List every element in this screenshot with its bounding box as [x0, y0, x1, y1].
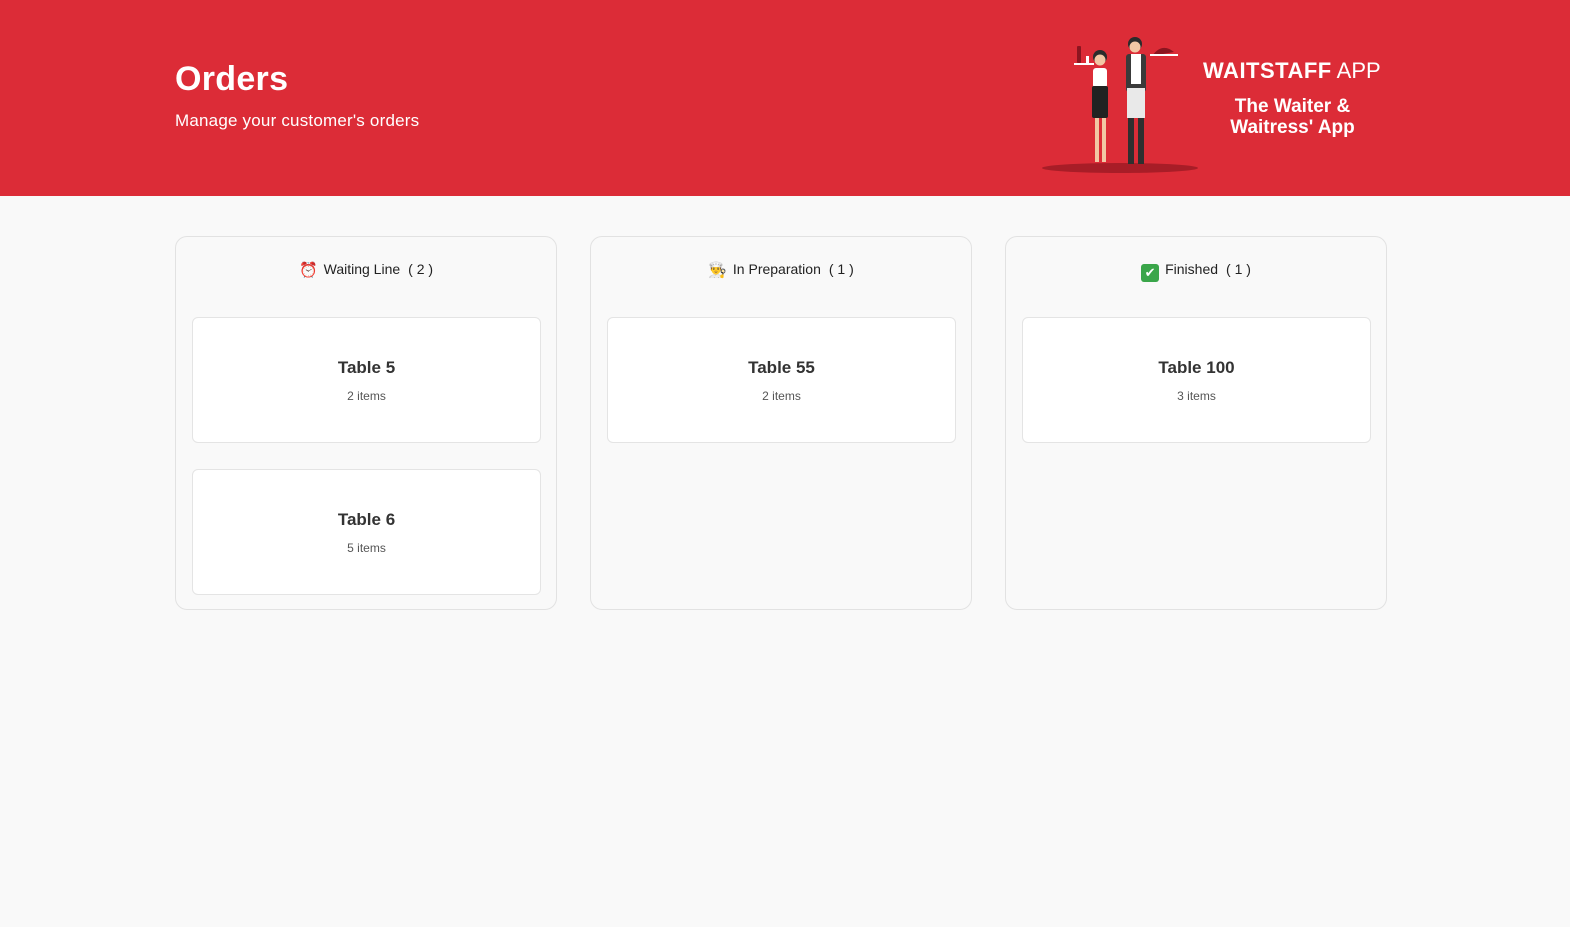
column-count: ( 2 ): [408, 261, 434, 277]
card-item-count: 5 items: [347, 541, 386, 555]
column-count: ( 1 ): [1226, 261, 1251, 277]
column-label: In Preparation: [732, 261, 821, 277]
column-in-preparation: 👨‍🍳 In Preparation ( 1 ) Table 55 2 items: [590, 236, 972, 610]
card-item-count: 2 items: [762, 389, 801, 403]
column-label: Finished: [1165, 261, 1219, 277]
card-table-title: Table 6: [337, 510, 396, 529]
chef-icon: 👨‍🍳: [708, 262, 727, 279]
check-mark-icon: ✔: [1141, 264, 1160, 282]
order-card[interactable]: Table 55 2 items: [607, 317, 956, 443]
brand-name: WAITSTAFF APP: [1203, 58, 1383, 84]
waitstaff-illustration: [1042, 37, 1198, 173]
order-card[interactable]: Table 100 3 items: [1022, 317, 1371, 443]
card-item-count: 2 items: [347, 389, 386, 403]
page-title: Orders: [175, 60, 289, 98]
order-card[interactable]: Table 5 2 items: [192, 317, 541, 443]
column-finished: ✔ Finished ( 1 ) Table 100 3 items: [1005, 236, 1387, 610]
page-header: Orders Manage your customer's orders WAI…: [0, 0, 1570, 196]
page-subtitle: Manage your customer's orders: [175, 111, 420, 130]
brand-name-bold: WAITSTAFF: [1203, 58, 1332, 83]
column-header: ⏰ Waiting Line ( 2 ): [176, 261, 556, 279]
brand-name-light: APP: [1336, 58, 1381, 83]
column-header: ✔ Finished ( 1 ): [1006, 261, 1386, 282]
card-item-count: 3 items: [1177, 389, 1216, 403]
brand-tagline: The Waiter & Waitress' App: [1230, 96, 1355, 138]
column-count: ( 1 ): [828, 261, 854, 277]
column-header: 👨‍🍳 In Preparation ( 1 ): [591, 261, 971, 279]
order-card[interactable]: Table 6 5 items: [192, 469, 541, 595]
card-table-title: Table 100: [1158, 358, 1235, 377]
card-table-title: Table 5: [337, 358, 396, 377]
alarm-clock-icon: ⏰: [298, 262, 318, 279]
column-label: Waiting Line: [323, 261, 401, 277]
card-table-title: Table 55: [748, 358, 815, 377]
column-waiting-line: ⏰ Waiting Line ( 2 ) Table 5 2 items Table…: [175, 236, 557, 610]
